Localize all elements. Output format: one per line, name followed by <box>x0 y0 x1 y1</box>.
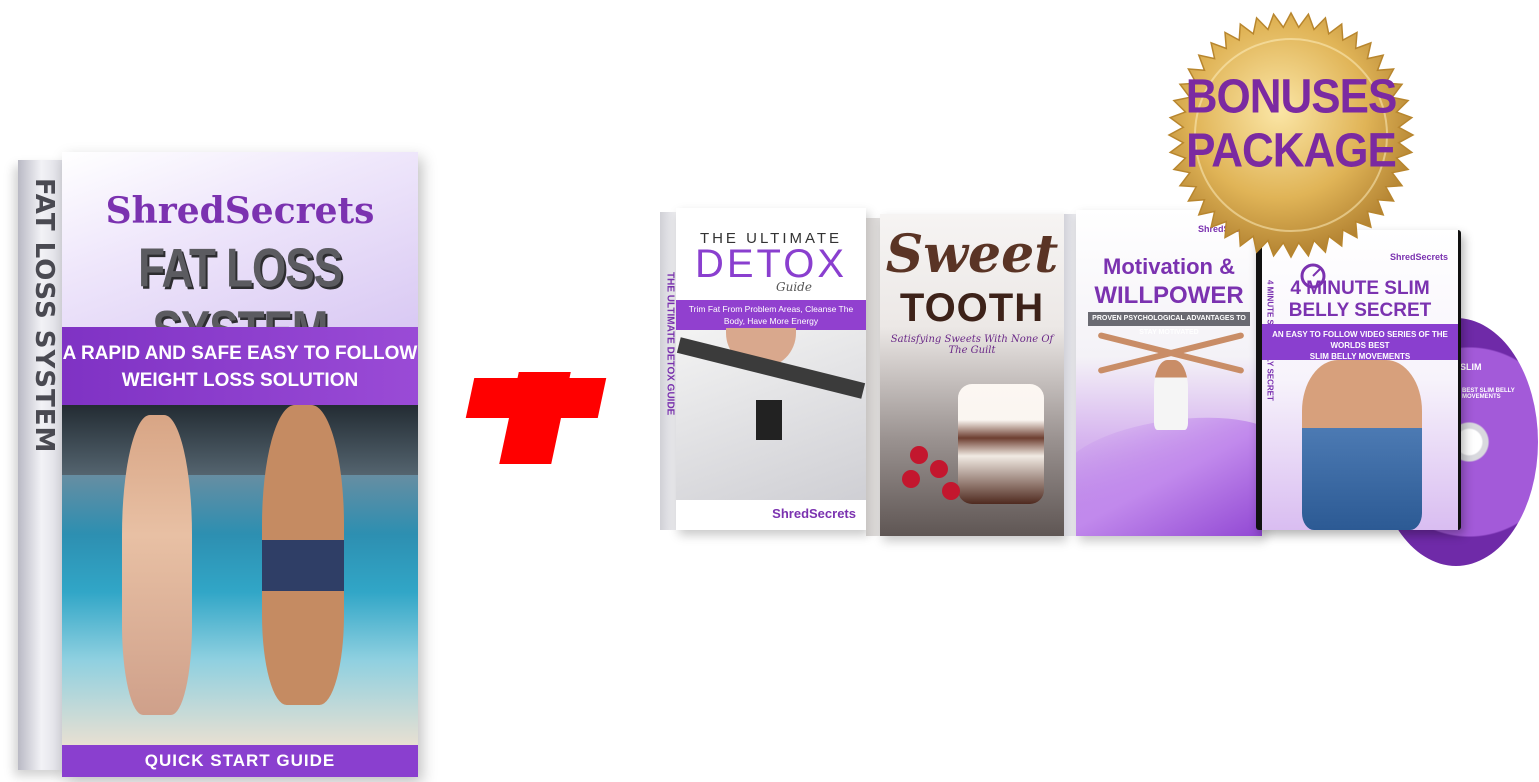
detox-spine-text: THE ULTIMATE DETOX GUIDE <box>664 272 676 416</box>
sweet-title-line2: TOOTH <box>899 286 1045 330</box>
detox-band: Trim Fat From Problem Areas, Cleanse The… <box>676 300 866 330</box>
dvd-case: 4 MINUTE SLIM BELLY SECRET ShredSecrets … <box>1256 230 1461 530</box>
sweet-book-cover: Sweet TOOTH Satisfying Sweets With None … <box>880 214 1064 536</box>
seal-line2: PACKAGE <box>1186 123 1397 178</box>
raspberry <box>902 470 920 488</box>
sweet-title-line1: Sweet <box>885 224 1059 285</box>
main-book-brand: ShredSecrets <box>105 190 375 232</box>
dvd-package: SLIM BEST SLIM BELLY MOVEMENTS 4 MINUTE … <box>1256 230 1538 566</box>
motivation-title-line2: WILLPOWER <box>1094 282 1244 309</box>
detox-brand: ShredSecrets <box>772 506 856 521</box>
main-book-subtitle: A RAPID AND SAFE EASY TO FOLLOW WEIGHT L… <box>62 327 418 405</box>
main-book-footer: QUICK START GUIDE <box>62 745 418 777</box>
main-book-spine-text: FAT LOSS SYSTEM <box>29 178 59 454</box>
woman-figure <box>1154 360 1188 430</box>
man-figure <box>262 405 344 705</box>
detox-guide-label: Guide <box>776 280 812 294</box>
main-book-beach-photo <box>62 405 418 745</box>
sweet-tagline: Satisfying Sweets With None Of The Guilt <box>890 334 1054 356</box>
raspberry <box>910 446 928 464</box>
dvd-band: AN EASY TO FOLLOW VIDEO SERIES OF THE WO… <box>1262 324 1458 361</box>
woman-figure <box>122 415 192 715</box>
dvd-cover: 4 MINUTE SLIM BELLY SECRET ShredSecrets … <box>1262 230 1458 530</box>
main-book-sky <box>62 405 418 475</box>
detox-big-title: DETOX <box>694 242 848 286</box>
sweet-tooth-book: Sweet TOOTH Satisfying Sweets With None … <box>866 214 1064 536</box>
main-book-subtitle-line1: A RAPID AND SAFE EASY TO FOLLOW <box>62 343 418 364</box>
detox-band-line2: Body, Have More Energy <box>723 316 819 326</box>
detox-band-line1: Trim Fat From Problem Areas, Cleanse The <box>688 304 854 314</box>
scale-weight <box>756 400 782 440</box>
main-book-cover: ShredSecrets FAT LOSS SYSTEM A RAPID AND… <box>62 152 418 777</box>
dessert-jar <box>958 384 1044 504</box>
main-book-subtitle-line2: WEIGHT LOSS SOLUTION <box>121 370 359 391</box>
detox-book: THE ULTIMATE DETOX GUIDE THE ULTIMATE DE… <box>660 208 866 530</box>
main-book: FAT LOSS SYSTEM ShredSecrets FAT LOSS SY… <box>18 152 418 777</box>
dvd-disc-label: SLIM <box>1460 362 1482 372</box>
motivation-band: PROVEN PSYCHOLOGICAL ADVANTAGES TO STAY … <box>1088 312 1250 336</box>
raspberry <box>930 460 948 478</box>
dvd-disc-small-label: BEST SLIM BELLY MOVEMENTS <box>1462 388 1515 400</box>
bonuses-seal: BONUSES PACKAGE <box>1166 10 1416 260</box>
detox-photo <box>676 328 866 500</box>
dvd-body-photo <box>1302 360 1422 530</box>
dvd-band-line1: AN EASY TO FOLLOW VIDEO SERIES OF THE WO… <box>1272 330 1448 350</box>
dvd-title-line2: BELLY SECRET <box>1288 300 1432 321</box>
seal-line1: BONUSES <box>1185 69 1398 124</box>
raspberry <box>942 482 960 500</box>
detox-book-cover: THE ULTIMATE DETOX Guide Trim Fat From P… <box>676 208 866 530</box>
dvd-title-line1: 4 MINUTE SLIM <box>1290 278 1430 299</box>
